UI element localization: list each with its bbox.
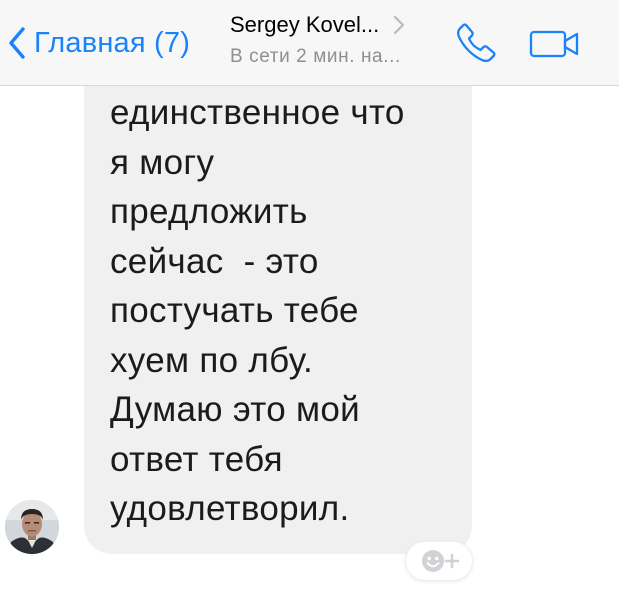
message-text-line: Думаю это мой	[110, 390, 360, 429]
chevron-right-icon	[393, 15, 407, 35]
phone-icon	[456, 23, 496, 63]
contact-name: Sergey Kovel...	[230, 12, 380, 37]
call-button[interactable]	[451, 18, 501, 68]
back-button[interactable]: Главная (7)	[0, 20, 190, 66]
avatar-photo	[5, 500, 59, 554]
chevron-left-icon	[0, 20, 34, 66]
contact-status: В сети 2 мин. на...	[230, 46, 401, 67]
back-button-label: Главная (7)	[34, 26, 191, 59]
message-text-line: сейчас - это	[110, 241, 319, 281]
emoji-add-icon	[422, 550, 460, 572]
contact-name-row: Sergey Kovel...	[230, 11, 440, 39]
message-list[interactable]: единственное что я могу предложить сейча…	[0, 0, 619, 607]
sender-avatar[interactable]	[5, 500, 59, 554]
chat-screen: единственное что я могу предложить сейча…	[0, 0, 619, 607]
add-reaction-button[interactable]	[406, 542, 472, 580]
message-text-line: предложить	[110, 192, 308, 231]
navigation-bar: Главная (7) Sergey Kovel... В сети 2 мин…	[0, 0, 619, 86]
incoming-message-bubble[interactable]: единственное что я могу предложить сейча…	[84, 40, 472, 554]
message-text-line: хуем по лбу.	[110, 340, 314, 380]
contact-title-button[interactable]: Sergey Kovel... В сети 2 мин. на...	[230, 11, 440, 75]
message-text-line: удовлетворил.	[110, 489, 350, 528]
message-text-line: я могу	[110, 142, 215, 182]
message-text-line: постучать тебе	[110, 291, 359, 330]
message-text-line: ответ тебя	[110, 439, 283, 479]
message-text-line: единственное что	[110, 93, 405, 132]
video-call-button[interactable]	[528, 22, 582, 66]
video-camera-icon	[529, 30, 579, 58]
